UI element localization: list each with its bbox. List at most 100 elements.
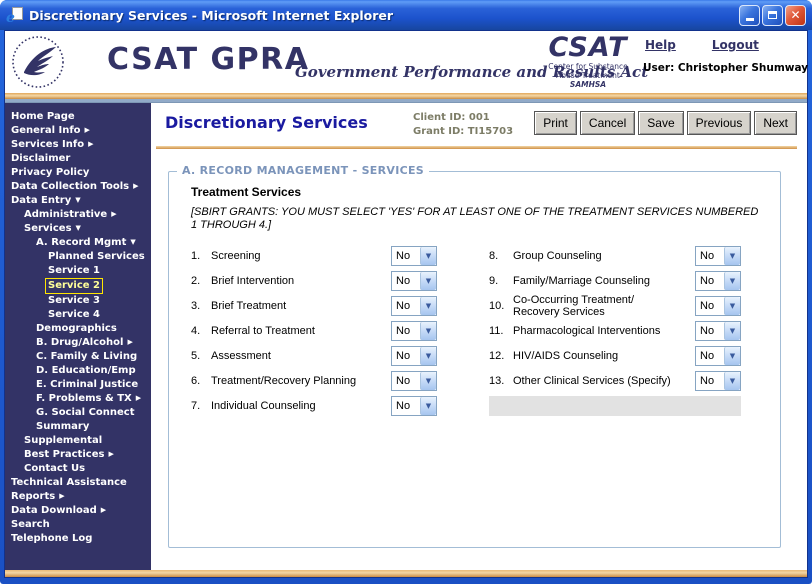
sidebar-item[interactable]: Service 3 xyxy=(5,294,151,308)
service-select[interactable]: No ▼ xyxy=(695,321,741,341)
nav-arrow-icon: ▶ xyxy=(88,140,93,148)
chevron-down-icon[interactable]: ▼ xyxy=(724,247,740,265)
minimize-button[interactable] xyxy=(739,5,760,26)
service-row: 1. Screening No ▼ xyxy=(191,243,437,268)
sidebar-item[interactable]: Technical Assistance xyxy=(5,476,151,490)
sidebar-item[interactable]: Demographics xyxy=(5,322,151,336)
sidebar-item-label: Home Page xyxy=(11,110,75,124)
sidebar-item-label: Service 1 xyxy=(48,264,100,278)
service-label: Group Counseling xyxy=(513,250,695,262)
sidebar-item[interactable]: Service 1 xyxy=(5,264,151,278)
service-row: 3. Brief Treatment No ▼ xyxy=(191,293,437,318)
save-button[interactable]: Save xyxy=(638,111,683,135)
action-buttons: Print Cancel Save Previous Next xyxy=(534,111,797,135)
logout-link[interactable]: Logout xyxy=(712,38,759,52)
sidebar-item-label: Telephone Log xyxy=(11,532,92,546)
service-select-value: No xyxy=(392,375,420,387)
service-select[interactable]: No ▼ xyxy=(391,396,437,416)
service-number: 12. xyxy=(489,350,513,362)
next-button[interactable]: Next xyxy=(754,111,797,135)
service-number: 6. xyxy=(191,375,211,387)
specify-row xyxy=(489,393,741,418)
chevron-down-icon[interactable]: ▼ xyxy=(724,272,740,290)
service-select-value: No xyxy=(696,275,724,287)
sidebar-item[interactable]: B. Drug/Alcohol▶ xyxy=(5,336,151,350)
sidebar-item[interactable]: Service 2 xyxy=(5,278,151,294)
sidebar-item[interactable]: Services Info▶ xyxy=(5,138,151,152)
sidebar-item[interactable]: Supplemental xyxy=(5,434,151,448)
service-select[interactable]: No ▼ xyxy=(695,371,741,391)
service-number: 4. xyxy=(191,325,211,337)
service-select[interactable]: No ▼ xyxy=(391,246,437,266)
chevron-down-icon[interactable]: ▼ xyxy=(724,322,740,340)
service-select[interactable]: No ▼ xyxy=(391,371,437,391)
sidebar-item[interactable]: Home Page xyxy=(5,110,151,124)
sidebar-item-label: Data Download xyxy=(11,504,97,518)
service-number: 9. xyxy=(489,275,513,287)
previous-button[interactable]: Previous xyxy=(687,111,752,135)
service-select[interactable]: No ▼ xyxy=(391,346,437,366)
client-id: Client ID: 001 xyxy=(413,111,513,125)
cancel-button[interactable]: Cancel xyxy=(580,111,635,135)
sidebar-item[interactable]: Data Download▶ xyxy=(5,504,151,518)
chevron-down-icon[interactable]: ▼ xyxy=(420,247,436,265)
chevron-down-icon[interactable]: ▼ xyxy=(420,272,436,290)
service-select[interactable]: No ▼ xyxy=(391,271,437,291)
chevron-down-icon[interactable]: ▼ xyxy=(420,297,436,315)
service-row: 5. Assessment No ▼ xyxy=(191,343,437,368)
sidebar-item[interactable]: G. Social Connect xyxy=(5,406,151,420)
window-controls: ✕ xyxy=(739,5,806,26)
service-select[interactable]: No ▼ xyxy=(391,296,437,316)
chevron-down-icon[interactable]: ▼ xyxy=(420,347,436,365)
service-number: 1. xyxy=(191,250,211,262)
chevron-down-icon[interactable]: ▼ xyxy=(724,372,740,390)
service-select[interactable]: No ▼ xyxy=(695,296,741,316)
print-button[interactable]: Print xyxy=(534,111,577,135)
service-select[interactable]: No ▼ xyxy=(695,346,741,366)
sidebar-item[interactable]: Service 4 xyxy=(5,308,151,322)
help-link[interactable]: Help xyxy=(645,38,676,52)
sidebar-item[interactable]: Privacy Policy xyxy=(5,166,151,180)
sidebar-item[interactable]: Search xyxy=(5,518,151,532)
form-area: A. RECORD MANAGEMENT - SERVICES Treatmen… xyxy=(151,149,807,570)
chevron-down-icon[interactable]: ▼ xyxy=(724,347,740,365)
service-select[interactable]: No ▼ xyxy=(391,321,437,341)
sidebar-item[interactable]: Reports▶ xyxy=(5,490,151,504)
sidebar-item-label: Technical Assistance xyxy=(11,476,127,490)
service-select-value: No xyxy=(696,325,724,337)
sidebar-item[interactable]: A. Record Mgmt▼ xyxy=(5,236,151,250)
chevron-down-icon[interactable]: ▼ xyxy=(420,397,436,415)
csat-logo-line1: Center for Substance xyxy=(541,62,635,71)
sidebar-item[interactable]: Contact Us xyxy=(5,462,151,476)
sidebar-item[interactable]: Planned Services xyxy=(5,250,151,264)
service-label: Assessment xyxy=(211,350,391,362)
hhs-eagle-logo-icon xyxy=(11,34,65,94)
sidebar-item[interactable]: Telephone Log xyxy=(5,532,151,546)
chevron-down-icon[interactable]: ▼ xyxy=(420,372,436,390)
service-select[interactable]: No ▼ xyxy=(695,271,741,291)
sidebar-item[interactable]: Data Entry▼ xyxy=(5,194,151,208)
sidebar-item[interactable]: Administrative▶ xyxy=(5,208,151,222)
sidebar-item[interactable]: C. Family & Living xyxy=(5,350,151,364)
sidebar-item[interactable]: Disclaimer xyxy=(5,152,151,166)
sidebar-item[interactable]: General Info▶ xyxy=(5,124,151,138)
service-select[interactable]: No ▼ xyxy=(695,246,741,266)
content-area: Discretionary Services Client ID: 001 Gr… xyxy=(151,103,807,570)
chevron-down-icon[interactable]: ▼ xyxy=(724,297,740,315)
sidebar-item[interactable]: Summary xyxy=(5,420,151,434)
sidebar-item[interactable]: Data Collection Tools▶ xyxy=(5,180,151,194)
close-button[interactable]: ✕ xyxy=(785,5,806,26)
sidebar-item[interactable]: F. Problems & TX▶ xyxy=(5,392,151,406)
window-titlebar[interactable]: e Discretionary Services - Microsoft Int… xyxy=(0,0,812,30)
sidebar-item[interactable]: Services▼ xyxy=(5,222,151,236)
sidebar-item-label: Data Collection Tools xyxy=(11,180,129,194)
service-select-value: No xyxy=(392,275,420,287)
sidebar-item[interactable]: Best Practices▶ xyxy=(5,448,151,462)
other-clinical-specify-input[interactable] xyxy=(489,396,741,416)
sidebar-item[interactable]: D. Education/Emp xyxy=(5,364,151,378)
chevron-down-icon[interactable]: ▼ xyxy=(420,322,436,340)
sidebar-item[interactable]: E. Criminal Justice xyxy=(5,378,151,392)
service-label: HIV/AIDS Counseling xyxy=(513,350,695,362)
maximize-button[interactable] xyxy=(762,5,783,26)
service-row: 9. Family/Marriage Counseling No ▼ xyxy=(489,268,741,293)
